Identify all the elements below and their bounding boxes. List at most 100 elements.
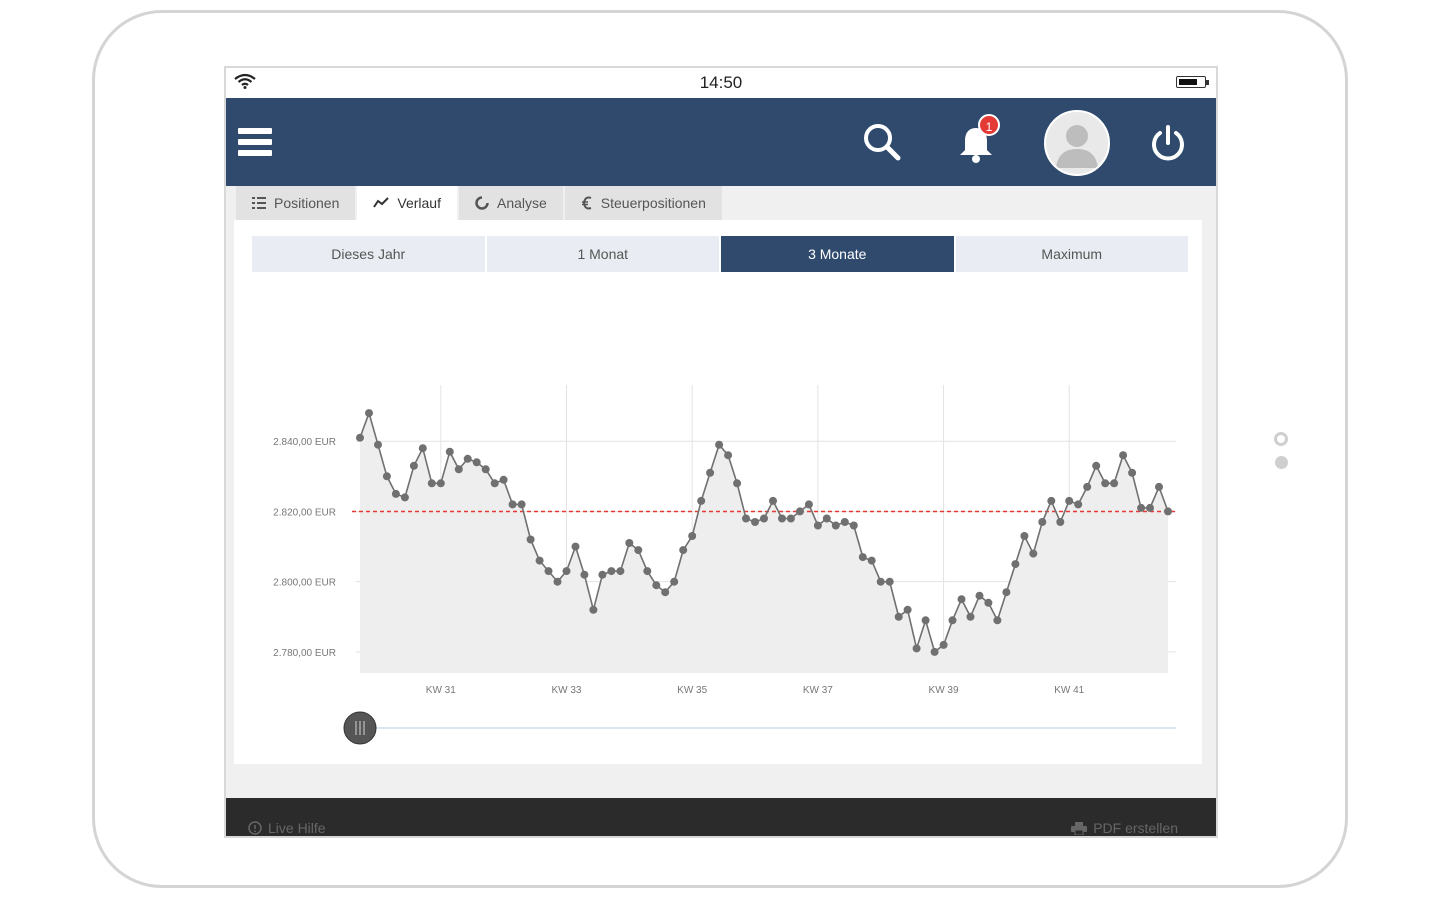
data-point bbox=[391, 489, 400, 498]
data-point bbox=[939, 640, 948, 649]
data-point bbox=[616, 567, 625, 576]
data-point bbox=[382, 472, 391, 481]
data-point bbox=[912, 644, 921, 653]
data-point bbox=[1065, 496, 1074, 505]
data-point bbox=[948, 616, 957, 625]
tablet-camera bbox=[1274, 432, 1288, 446]
data-point bbox=[867, 556, 876, 565]
power-icon[interactable] bbox=[1148, 123, 1188, 163]
line-chart-icon bbox=[373, 197, 390, 208]
tab-positionen[interactable]: Positionen bbox=[236, 186, 356, 220]
data-point bbox=[625, 539, 634, 547]
menu-button[interactable] bbox=[238, 128, 272, 162]
content-panel: Dieses Jahr 1 Monat 3 Monate Maximum 2.8… bbox=[234, 220, 1202, 764]
data-point bbox=[454, 465, 463, 474]
data-point bbox=[697, 496, 706, 505]
footer-bar: Live Hilfe PDF erstellen bbox=[226, 798, 1216, 836]
tab-label: Steuerpositionen bbox=[600, 195, 706, 211]
pdf-export-button[interactable]: PDF erstellen bbox=[1071, 820, 1178, 836]
data-point bbox=[643, 567, 652, 576]
data-point bbox=[517, 500, 526, 509]
search-icon[interactable] bbox=[862, 122, 902, 162]
data-point bbox=[840, 518, 849, 526]
data-point bbox=[751, 518, 759, 526]
data-point bbox=[822, 514, 831, 523]
data-point bbox=[1002, 588, 1011, 597]
live-help-link[interactable]: Live Hilfe bbox=[248, 820, 326, 836]
data-point bbox=[436, 479, 445, 488]
data-point bbox=[769, 496, 777, 505]
data-point bbox=[499, 475, 508, 484]
data-point bbox=[562, 567, 571, 576]
tab-label: Verlauf bbox=[397, 195, 441, 211]
help-icon bbox=[248, 821, 262, 835]
data-point bbox=[365, 409, 373, 418]
data-point bbox=[652, 581, 661, 590]
data-point bbox=[1146, 503, 1154, 512]
data-point bbox=[445, 447, 454, 456]
data-point bbox=[921, 616, 930, 625]
data-point bbox=[966, 612, 975, 621]
data-point bbox=[849, 521, 858, 530]
euro-icon bbox=[581, 196, 592, 210]
data-point bbox=[1092, 461, 1101, 470]
y-tick-label: 2.820,00 EUR bbox=[273, 507, 336, 518]
y-tick-label: 2.840,00 EUR bbox=[273, 437, 336, 448]
data-point bbox=[472, 458, 481, 467]
tablet-sensor bbox=[1275, 456, 1288, 469]
data-point bbox=[1155, 482, 1163, 491]
data-point bbox=[1119, 451, 1128, 460]
data-point bbox=[526, 535, 535, 544]
data-point bbox=[930, 647, 939, 656]
y-tick-label: 2.800,00 EUR bbox=[273, 578, 336, 589]
tab-label: Analyse bbox=[496, 195, 547, 211]
data-point bbox=[1038, 518, 1047, 526]
data-point bbox=[984, 598, 993, 607]
data-point bbox=[409, 461, 418, 470]
history-chart: 2.840,00 EUR 2.820,00 EUR 2.800,00 EUR 2.78… bbox=[273, 385, 1176, 745]
data-point bbox=[679, 546, 688, 555]
data-point bbox=[418, 444, 427, 453]
data-point bbox=[1101, 479, 1110, 488]
data-point bbox=[804, 500, 813, 509]
data-point bbox=[715, 440, 724, 449]
data-point bbox=[553, 577, 562, 586]
tab-steuerpositionen[interactable]: Steuerpositionen bbox=[564, 186, 722, 220]
data-point bbox=[1056, 518, 1065, 526]
avatar[interactable] bbox=[1044, 110, 1110, 176]
data-point bbox=[571, 542, 580, 551]
tab-label: Positionen bbox=[274, 195, 340, 211]
data-point bbox=[876, 577, 885, 586]
data-point bbox=[607, 567, 616, 576]
live-help-label: Live Hilfe bbox=[268, 820, 326, 836]
list-icon bbox=[252, 197, 266, 209]
notification-badge: 1 bbox=[978, 114, 1000, 136]
data-point bbox=[1110, 479, 1119, 488]
data-point bbox=[778, 514, 786, 523]
data-point bbox=[1074, 500, 1083, 509]
data-point bbox=[688, 532, 697, 540]
data-point bbox=[975, 591, 984, 600]
data-point bbox=[742, 514, 750, 523]
y-tick-label: 2.780,00 EUR bbox=[273, 648, 336, 659]
data-point bbox=[1137, 503, 1146, 512]
data-point bbox=[724, 451, 733, 460]
printer-icon bbox=[1071, 821, 1088, 835]
data-point bbox=[1083, 482, 1092, 491]
data-point bbox=[795, 507, 804, 516]
data-point bbox=[670, 577, 679, 586]
data-point bbox=[858, 553, 867, 562]
data-point bbox=[1029, 549, 1038, 558]
data-point bbox=[580, 570, 589, 579]
status-bar: 14:50 bbox=[226, 68, 1216, 98]
data-point bbox=[634, 546, 643, 555]
data-point bbox=[1128, 468, 1137, 477]
data-point bbox=[813, 521, 822, 530]
x-tick-label: KW 37 bbox=[803, 685, 833, 696]
battery-icon bbox=[1176, 76, 1209, 88]
tab-verlauf[interactable]: Verlauf bbox=[357, 186, 457, 220]
data-point bbox=[598, 570, 607, 579]
tab-analyse[interactable]: Analyse bbox=[458, 186, 563, 220]
data-point bbox=[706, 468, 715, 477]
data-point bbox=[1011, 560, 1020, 569]
